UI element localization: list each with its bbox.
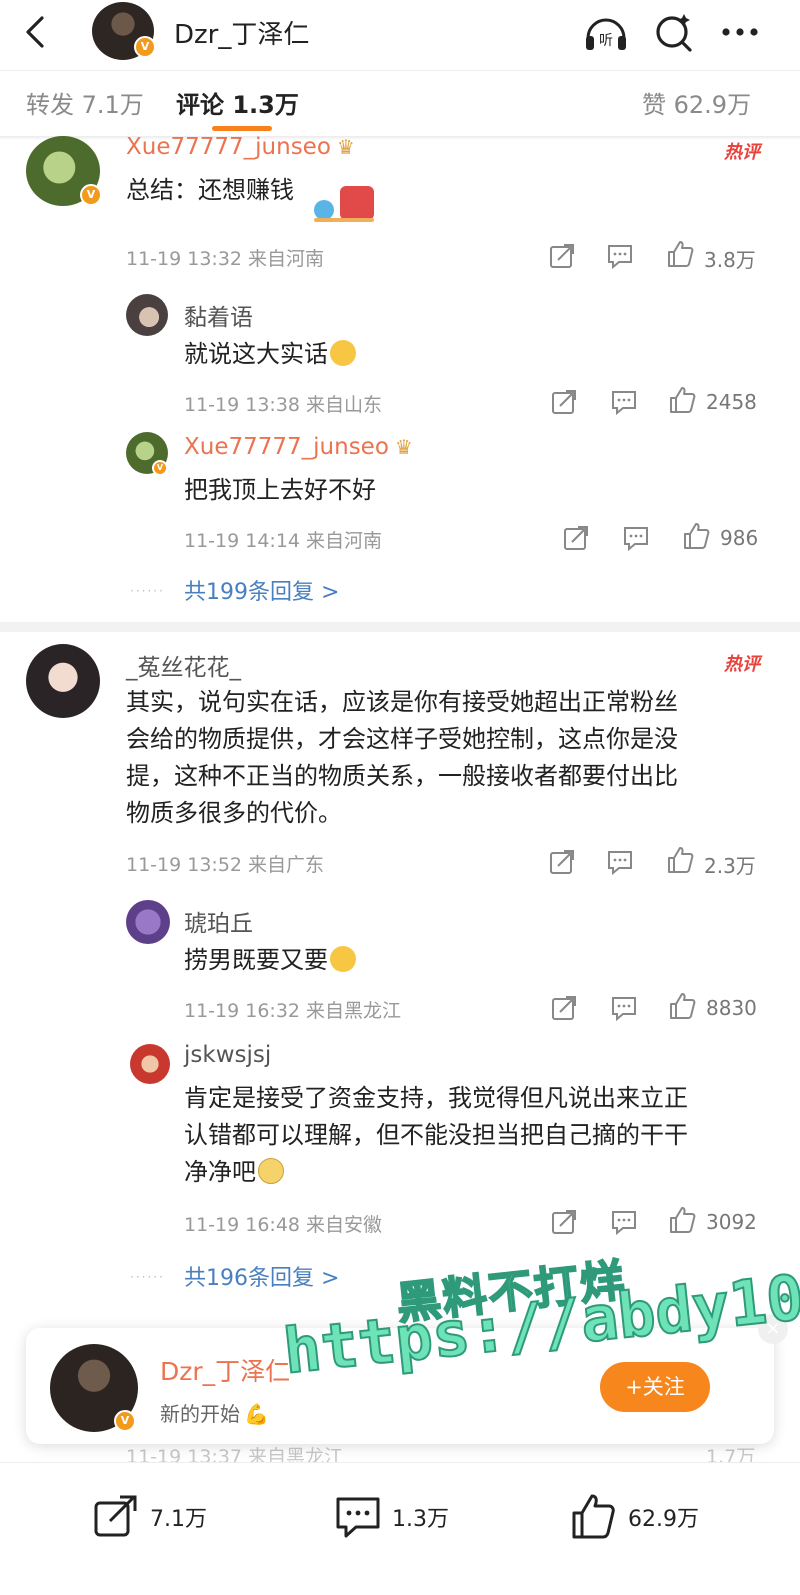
- reply-icon[interactable]: [606, 242, 634, 270]
- reply-username[interactable]: jskwsjsj: [184, 1042, 271, 1068]
- search-icon[interactable]: [650, 8, 698, 56]
- like-count: 986: [720, 526, 759, 550]
- reply-username[interactable]: 黏着语: [184, 298, 253, 332]
- reply-meta: 11-19 16:48 来自安徽: [184, 1214, 383, 1236]
- reply-meta: 11-19 16:32 来自黑龙江: [184, 1000, 402, 1022]
- like-icon[interactable]: [666, 846, 694, 874]
- reply-meta: 11-19 13:38 来自山东: [184, 394, 383, 416]
- comment-meta: 11-19 13:32 来自河南: [126, 248, 325, 270]
- comment-text-line: 会给的物质提供，才会这样子受她控制，这点你是没: [126, 725, 678, 753]
- reply-text: 把我顶上去好不好: [184, 476, 376, 504]
- like-button[interactable]: 62.9万: [570, 1491, 699, 1543]
- reply-icon[interactable]: [610, 1208, 638, 1236]
- avatar[interactable]: [126, 294, 168, 336]
- reply-username[interactable]: 琥珀丘: [184, 904, 253, 938]
- weibo-comment-page: V Dzr_丁泽仁 听 转发 7.1万 评论 1.3万 赞 62.9万 V Xu…: [0, 0, 800, 1595]
- avatar[interactable]: [130, 1044, 170, 1084]
- card-subtitle: 新的开始 💪: [160, 1402, 269, 1426]
- avatar[interactable]: [26, 644, 100, 718]
- glasses-emoji-icon: [258, 1158, 284, 1184]
- repost-count: 7.1万: [150, 1507, 207, 1532]
- hot-comment-badge: 热评: [724, 654, 760, 675]
- share-icon[interactable]: [550, 1208, 578, 1236]
- top-bar: V Dzr_丁泽仁 听: [0, 0, 800, 66]
- share-icon[interactable]: [548, 848, 576, 876]
- share-icon[interactable]: [562, 524, 590, 552]
- section-divider: [0, 622, 800, 632]
- header-username[interactable]: Dzr_丁泽仁: [174, 14, 309, 51]
- comment-text: 总结：还想赚钱: [126, 176, 294, 204]
- comment-text-line: 其实，说句实在话，应该是你有接受她超出正常粉丝: [126, 688, 678, 716]
- comment-text-line: 提，这种不正当的物质关系，一般接收者都要付出比: [126, 762, 678, 790]
- dots-divider: ······: [130, 1270, 165, 1284]
- like-count: 3.8万: [704, 248, 756, 272]
- reply-text: 捞男既要又要: [184, 942, 356, 979]
- more-replies-link[interactable]: 共196条回复 >: [184, 1260, 339, 1292]
- verified-badge-icon: V: [152, 460, 168, 476]
- like-count: 3092: [706, 1210, 757, 1234]
- verified-badge-icon: V: [80, 184, 102, 206]
- reply-icon[interactable]: [610, 388, 638, 416]
- comment-username[interactable]: Xue77777_junseo ♛: [126, 134, 355, 160]
- tab-comment[interactable]: 评论 1.3万: [176, 85, 299, 120]
- reply-username[interactable]: Xue77777_junseo ♛: [184, 434, 413, 460]
- like-count: 2.3万: [704, 854, 756, 878]
- reply-icon[interactable]: [606, 848, 634, 876]
- like-icon[interactable]: [666, 240, 694, 268]
- comment-meta: 11-19 13:52 来自广东: [126, 854, 325, 876]
- like-icon[interactable]: [668, 386, 696, 414]
- reply-text-line: 净净吧: [184, 1154, 688, 1191]
- follow-button[interactable]: +关注: [600, 1362, 710, 1412]
- reply-icon[interactable]: [610, 994, 638, 1022]
- reply-text: 就说这大实话: [184, 336, 356, 373]
- comment-icon: [336, 1497, 380, 1538]
- repost-button[interactable]: 7.1万: [92, 1491, 207, 1543]
- like-count: 8830: [706, 996, 757, 1020]
- crown-icon: ♛: [336, 135, 355, 159]
- like-icon[interactable]: [668, 1206, 696, 1234]
- share-icon[interactable]: [548, 242, 576, 270]
- crying-emoji-icon: [330, 340, 356, 366]
- like-icon[interactable]: [668, 992, 696, 1020]
- tab-bar: 转发 7.1万 评论 1.3万 赞 62.9万: [0, 70, 800, 136]
- dots-divider: ······: [130, 584, 165, 598]
- listen-icon[interactable]: 听: [582, 8, 630, 56]
- verified-badge-icon: V: [114, 1410, 136, 1432]
- like-icon: [572, 1494, 615, 1539]
- reply-text-line: 肯定是接受了资金支持，我觉得但凡说出来立正: [184, 1084, 688, 1112]
- share-icon[interactable]: [550, 388, 578, 416]
- card-username[interactable]: Dzr_丁泽仁: [160, 1352, 290, 1388]
- bottom-action-bar: 7.1万 1.3万 62.9万: [0, 1462, 800, 1595]
- active-tab-indicator: [212, 126, 272, 131]
- tab-divider: [0, 136, 800, 140]
- sticker-icon: [314, 186, 374, 222]
- share-icon[interactable]: [550, 994, 578, 1022]
- crown-icon: ♛: [394, 435, 413, 459]
- repost-icon: [94, 1495, 137, 1537]
- flex-arm-icon: 💪: [244, 1402, 269, 1426]
- comment-username[interactable]: _菟丝花花_: [126, 648, 241, 682]
- comment-text: 其实，说句实在话，应该是你有接受她超出正常粉丝 会给的物质提供，才会这样子受她控…: [126, 684, 678, 832]
- comment-button[interactable]: 1.3万: [334, 1491, 449, 1543]
- like-count: 2458: [706, 390, 757, 414]
- reply-meta: 11-19 14:14 来自河南: [184, 530, 383, 552]
- hot-comment-badge: 热评: [724, 142, 760, 163]
- more-menu-icon[interactable]: [716, 8, 764, 56]
- reply-text: 肯定是接受了资金支持，我觉得但凡说出来立正 认错都可以理解，但不能没担当把自己摘…: [184, 1080, 688, 1191]
- tab-like[interactable]: 赞 62.9万: [642, 85, 751, 120]
- more-replies-link[interactable]: 共199条回复 >: [184, 574, 339, 606]
- comment-count: 1.3万: [392, 1507, 449, 1532]
- reply-text-line: 认错都可以理解，但不能没担当把自己摘的干干: [184, 1121, 688, 1149]
- comment-text-line: 物质多很多的代价。: [126, 799, 342, 827]
- verified-badge-icon: V: [134, 36, 156, 58]
- reply-icon[interactable]: [622, 524, 650, 552]
- svg-text:听: 听: [599, 33, 613, 49]
- like-count: 62.9万: [628, 1507, 699, 1532]
- tab-repost[interactable]: 转发 7.1万: [26, 85, 144, 120]
- crying-emoji-icon: [330, 946, 356, 972]
- like-icon[interactable]: [682, 522, 710, 550]
- avatar[interactable]: [126, 900, 170, 944]
- back-arrow-icon[interactable]: [18, 14, 54, 50]
